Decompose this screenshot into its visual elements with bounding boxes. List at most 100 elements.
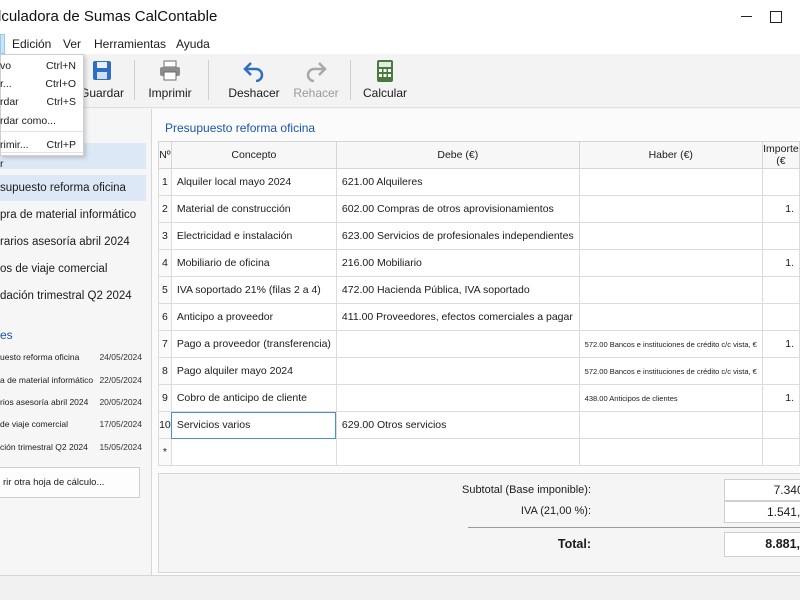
credit-cell[interactable] [578,249,763,277]
column-header[interactable]: Haber (€) [578,141,763,169]
column-header[interactable]: Debe (€) [335,141,580,169]
menu-separator [1,131,83,132]
column-header[interactable]: Nº [158,141,172,169]
amount-cell[interactable]: 1. [761,195,800,223]
recent-file-item[interactable]: rios asesoría abril 2024 20/05/2024 [0,392,146,412]
sidebar-item-asesoria[interactable]: rarios asesoría abril 2024 [0,229,146,255]
table-row[interactable]: 8 Pago alquiler mayo 2024 572.00 Bancos e … [158,357,800,385]
concept-cell[interactable] [170,438,337,466]
total-value: 8.881,4 [724,532,800,557]
concept-cell[interactable]: Pago a proveedor (transferencia) [170,330,337,358]
menu-help[interactable]: Ayuda [176,37,210,51]
credit-cell[interactable]: 572.00 Bancos e instituciones de crédito… [578,357,763,385]
table-row[interactable]: * [158,438,800,466]
credit-cell[interactable]: 438.00 Anticipos de clientes [578,384,763,412]
redo-label: Rehacer [293,86,339,100]
recent-file-item[interactable]: de viaje comercial 17/05/2024 [0,414,146,434]
redo-button[interactable]: Rehacer [292,60,340,104]
debit-cell[interactable] [335,330,580,358]
table-row[interactable]: 5 IVA soportado 21% (filas 2 a 4) 472.00 H… [158,276,800,304]
amount-cell[interactable] [761,222,800,250]
amount-cell[interactable] [761,411,800,439]
amount-cell[interactable] [761,438,800,466]
column-header[interactable]: Concepto [170,141,337,169]
menu-item-open[interactable]: r... Ctrl+O [0,75,83,93]
toolbar-separator [208,60,209,100]
recent-file-date: 15/05/2024 [99,442,142,452]
credit-cell[interactable]: 572.00 Bancos e instituciones de crédito… [578,330,763,358]
concept-cell[interactable]: Alquiler local mayo 2024 [170,168,337,196]
menu-edit[interactable]: Edición [12,37,51,51]
debit-cell[interactable] [335,384,580,412]
sheet-title: Presupuesto reforma oficina [165,121,316,135]
sidebar-item-viaje[interactable]: os de viaje comercial [0,256,146,282]
concept-cell[interactable]: Mobiliario de oficina [170,249,337,277]
debit-cell[interactable] [335,357,580,385]
row-number: 4 [158,249,172,277]
menu-item-save[interactable]: rdar Ctrl+S [0,93,83,111]
undo-button[interactable]: Deshacer [228,60,280,104]
recent-file-item[interactable]: a de material informático 22/05/2024 [0,370,146,390]
table-row[interactable]: 7 Pago a proveedor (transferencia) 572.00 … [158,330,800,358]
debit-cell[interactable]: 621.00 Alquileres [335,168,580,196]
debit-cell[interactable]: 623.00 Servicios de profesionales indepe… [335,222,580,250]
amount-cell[interactable] [761,303,800,331]
amount-cell[interactable] [761,276,800,304]
credit-cell[interactable] [578,303,763,331]
table-row[interactable]: 6 Anticipo a proveedor 411.00 Proveedores,… [158,303,800,331]
amount-cell[interactable] [761,357,800,385]
table-row[interactable]: 1 Alquiler local mayo 2024 621.00 Alquiler… [158,168,800,196]
menu-tools[interactable]: Herramientas [94,37,166,51]
print-button[interactable]: Imprimir [146,60,194,104]
column-header[interactable]: Importe (€ [761,141,800,169]
minimize-icon[interactable] [736,6,758,28]
row-number: * [158,438,172,466]
save-button[interactable]: Guardar [80,60,124,104]
menu-item-shortcut: Ctrl+N [45,60,76,72]
amount-cell[interactable]: 1. [761,384,800,412]
debit-cell[interactable]: 472.00 Hacienda Pública, IVA soportado [335,276,580,304]
table-row[interactable]: 4 Mobiliario de oficina 216.00 Mobiliario 1… [158,249,800,277]
menu-item-save-as[interactable]: rdar como... [0,112,83,130]
concept-cell[interactable]: Material de construcción [170,195,337,223]
table-row[interactable]: 10 Servicios varios 629.00 Otros servicios [158,411,800,439]
concept-cell[interactable]: Cobro de anticipo de cliente [170,384,337,412]
menu-view[interactable]: Ver [63,37,81,51]
debit-cell[interactable]: 411.00 Proveedores, efectos comerciales … [335,303,580,331]
calculate-button[interactable]: Calcular [362,60,408,104]
table-row[interactable]: 9 Cobro de anticipo de cliente 438.00 Anti… [158,384,800,412]
recent-file-item[interactable]: ción trimestral Q2 2024 15/05/2024 [0,437,146,457]
amount-cell[interactable]: 1. [761,330,800,358]
concept-cell[interactable]: Servicios varios [170,411,337,439]
table-row[interactable]: 2 Material de construcción 602.00 Compras … [158,195,800,223]
table-row[interactable]: 3 Electricidad e instalación 623.00 Servic… [158,222,800,250]
sidebar-item-reforma[interactable]: supuesto reforma oficina [0,175,146,201]
concept-cell[interactable]: Pago alquiler mayo 2024 [170,357,337,385]
credit-cell[interactable] [578,222,763,250]
open-other-sheet-button[interactable]: rir otra hoja de cálculo... [0,467,140,498]
credit-cell[interactable] [578,411,763,439]
debit-cell[interactable]: 602.00 Compras de otros aprovisionamient… [335,195,580,223]
sidebar-item-material[interactable]: pra de material informático [0,202,146,228]
credit-cell[interactable] [578,195,763,223]
concept-cell[interactable]: Electricidad e instalación [170,222,337,250]
credit-cell[interactable] [578,168,763,196]
recent-file-item[interactable]: uesto reforma oficina 24/05/2024 [0,347,146,367]
credit-cell[interactable] [578,276,763,304]
save-icon [93,61,111,80]
debit-cell[interactable]: 629.00 Otros servicios [335,411,580,439]
undo-label: Deshacer [228,86,280,100]
credit-cell[interactable] [578,438,763,466]
menu-item-new[interactable]: vo Ctrl+N [0,57,83,75]
maximize-icon[interactable] [765,6,787,28]
debit-cell[interactable]: 216.00 Mobiliario [335,249,580,277]
concept-cell[interactable]: Anticipo a proveedor [170,303,337,331]
menu-item-exit[interactable]: r [0,155,83,170]
row-number: 5 [158,276,172,304]
amount-cell[interactable]: 1. [761,249,800,277]
amount-cell[interactable] [761,168,800,196]
menu-file[interactable] [0,34,5,54]
concept-cell[interactable]: IVA soportado 21% (filas 2 a 4) [170,276,337,304]
debit-cell[interactable] [335,438,580,466]
sidebar-item-liquidacion[interactable]: dación trimestral Q2 2024 [0,283,146,309]
